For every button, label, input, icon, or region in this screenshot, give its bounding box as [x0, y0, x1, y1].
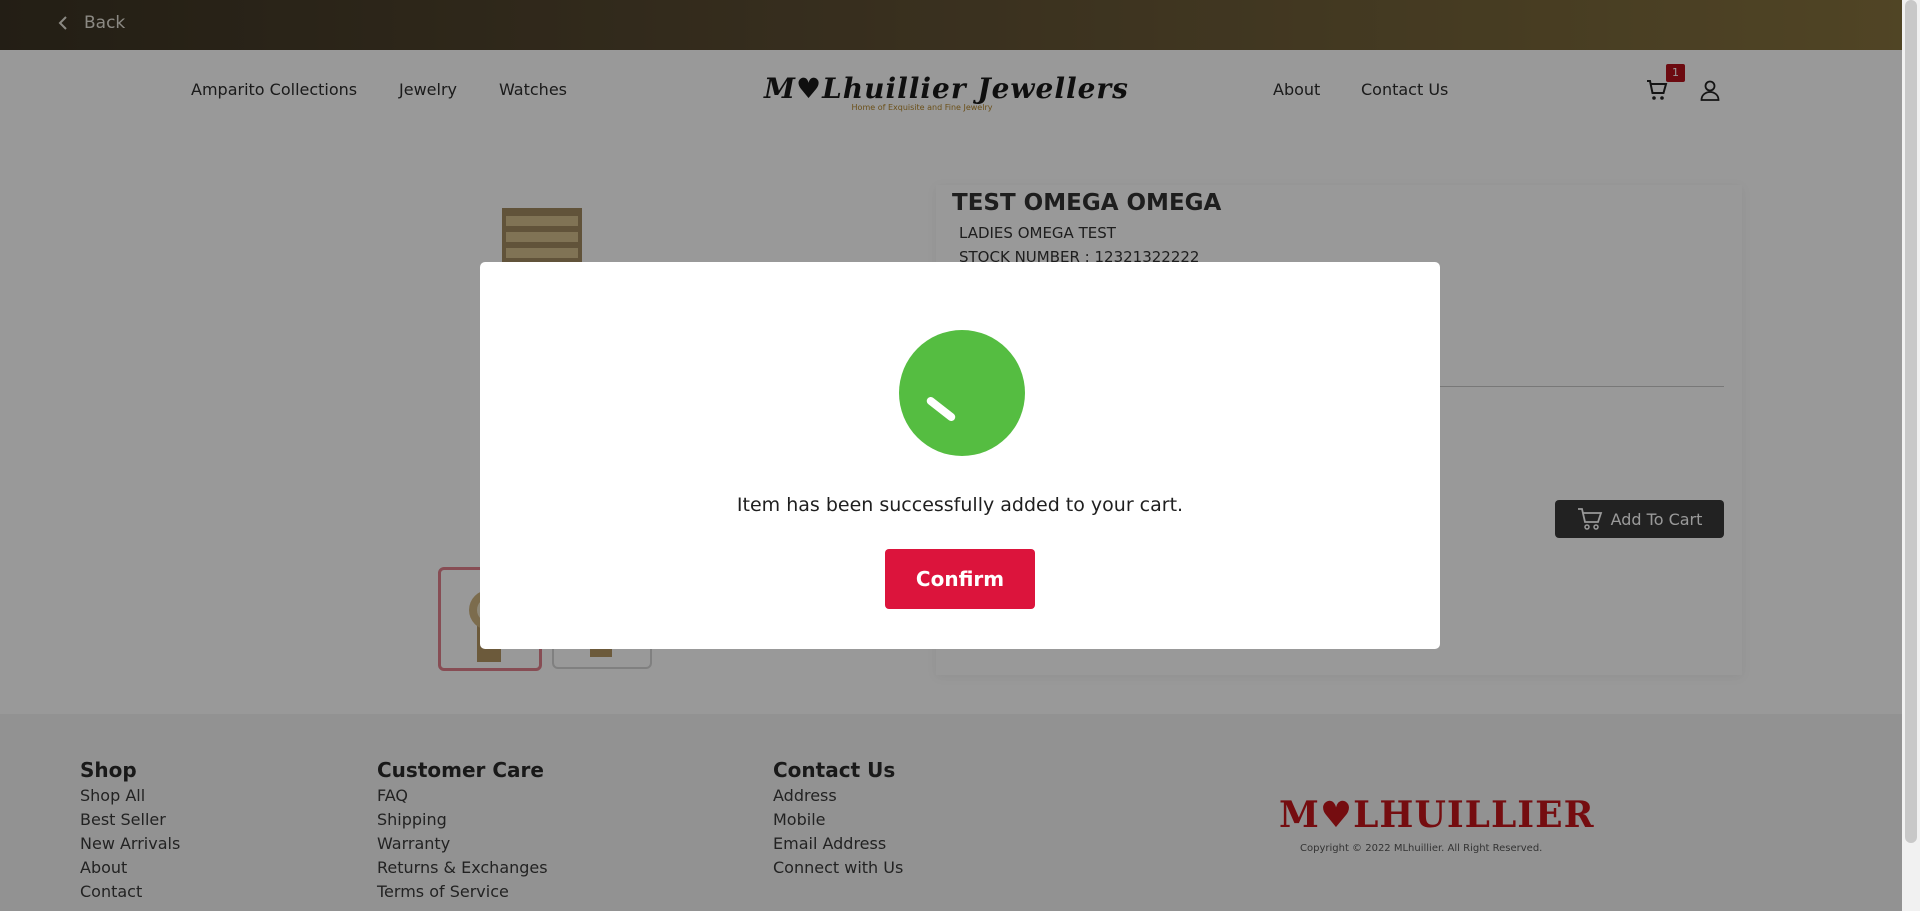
- scrollbar-thumb[interactable]: [1905, 0, 1917, 843]
- success-message: Item has been successfully added to your…: [736, 494, 1184, 516]
- success-check-icon: [899, 330, 1025, 456]
- confirm-button[interactable]: Confirm: [885, 549, 1035, 609]
